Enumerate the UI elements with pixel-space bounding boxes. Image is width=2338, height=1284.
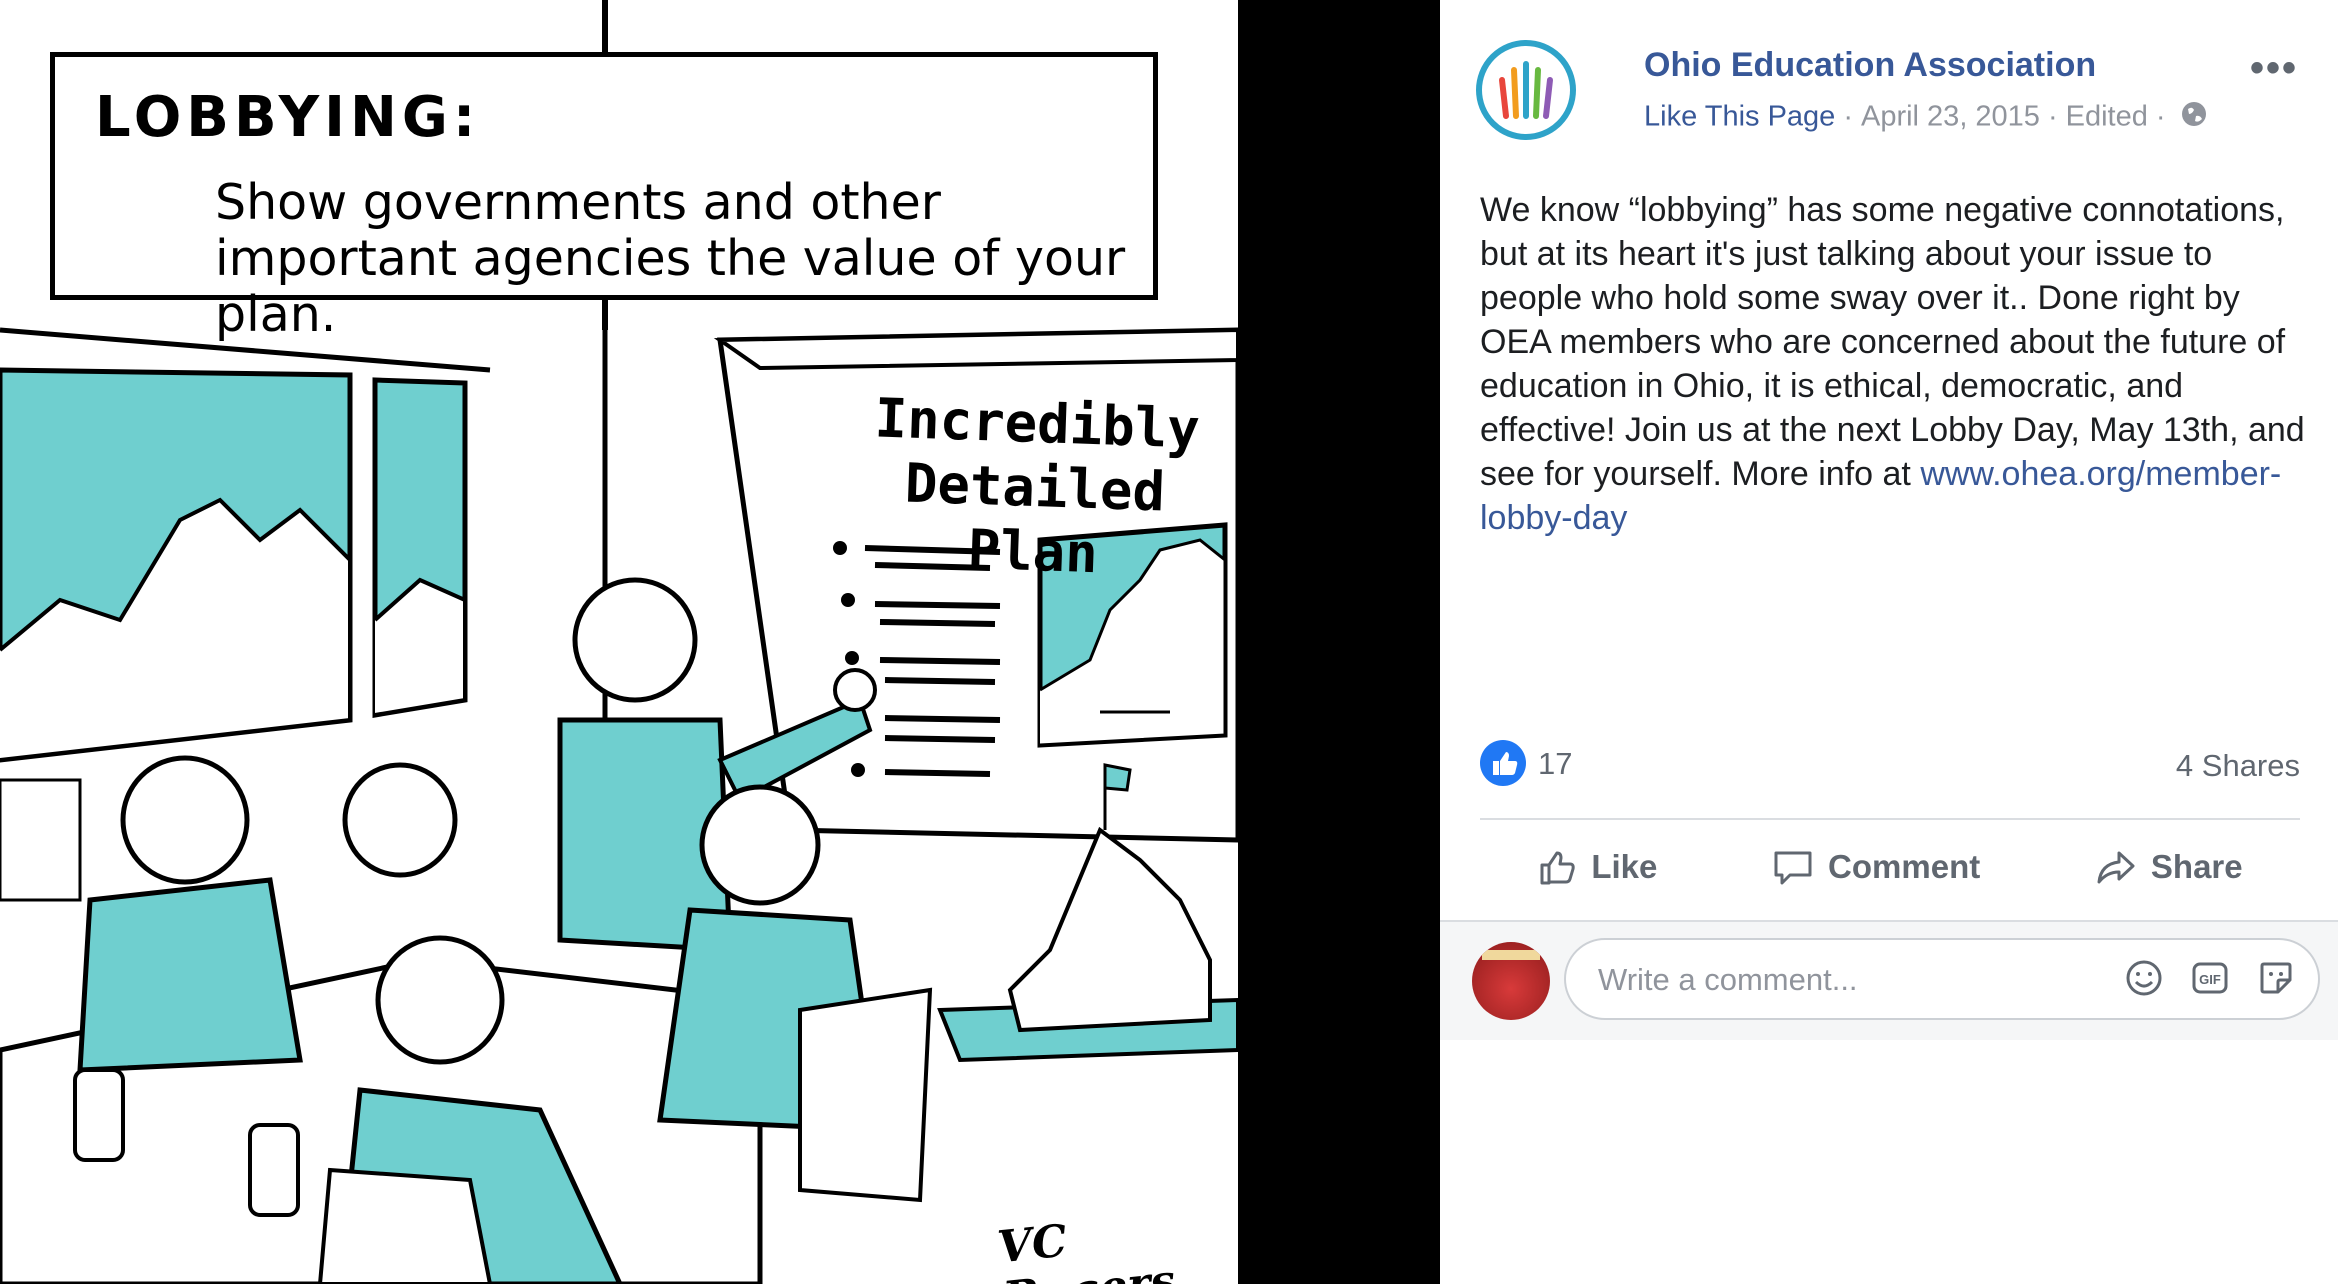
post-text: We know “lobbying” has some negative con…	[1480, 188, 2310, 540]
like-button[interactable]: Like	[1537, 847, 1657, 887]
post-header: Ohio Education Association Like This Pag…	[1476, 40, 2338, 140]
comment-icon	[1774, 851, 1812, 885]
user-avatar[interactable]	[1472, 942, 1550, 1020]
sticker-icon[interactable]	[2256, 958, 2296, 998]
caption-title: LOBBYING:	[95, 85, 481, 150]
comment-placeholder: Write a comment...	[1598, 962, 1858, 997]
photo-viewer: LOBBYING: Show governments and other imp…	[0, 0, 1440, 1284]
comment-tools: GIF	[2124, 958, 2296, 998]
oea-logo-icon	[1499, 61, 1553, 119]
comment-button[interactable]: Comment	[1772, 847, 1980, 887]
share-label: Share	[2150, 848, 2243, 885]
page-avatar[interactable]	[1476, 40, 1576, 140]
share-count[interactable]: 4 Shares	[2176, 748, 2300, 784]
like-count[interactable]: 17	[1538, 746, 1572, 782]
post-date[interactable]: April 23, 2015	[1861, 101, 2040, 133]
post-side-panel: Ohio Education Association Like This Pag…	[1440, 0, 2338, 1284]
like-reaction-icon[interactable]	[1480, 740, 1526, 786]
cartoon-image: LOBBYING: Show governments and other imp…	[0, 0, 1238, 1284]
comment-label: Comment	[1828, 848, 1981, 885]
edited-label[interactable]: Edited	[2066, 101, 2148, 133]
post-meta: Like This Page · April 23, 2015 · Edited ·	[1644, 100, 2208, 136]
emoji-icon[interactable]	[2124, 958, 2164, 998]
like-this-page-link[interactable]: Like This Page	[1644, 101, 1835, 133]
caption-box: LOBBYING: Show governments and other imp…	[50, 52, 1158, 343]
thumbs-up-icon	[1540, 851, 1576, 885]
plan-title: Incredibly Detailed Plan	[873, 386, 1201, 586]
share-arrow-icon	[2097, 851, 2135, 884]
post-body: We know “lobbying” has some negative con…	[1480, 191, 2305, 493]
more-options-icon[interactable]: •••	[2250, 46, 2298, 91]
share-button[interactable]: Share	[2095, 847, 2243, 887]
avatar-banner	[1482, 950, 1540, 960]
like-label: Like	[1591, 848, 1658, 885]
comment-input[interactable]: Write a comment... GIF	[1564, 938, 2320, 1020]
gif-icon[interactable]: GIF	[2190, 958, 2230, 998]
caption-body: Show governments and other important age…	[215, 174, 1126, 343]
globe-icon	[2180, 100, 2208, 136]
svg-text:GIF: GIF	[2199, 972, 2221, 987]
reaction-stats: 17 4 Shares	[1480, 740, 2300, 790]
page-name-link[interactable]: Ohio Education Association	[1644, 46, 2096, 85]
divider	[1480, 818, 2300, 820]
action-bar: Like Comment Share	[1480, 832, 2300, 902]
comment-composer: Write a comment... GIF	[1440, 920, 2338, 1040]
